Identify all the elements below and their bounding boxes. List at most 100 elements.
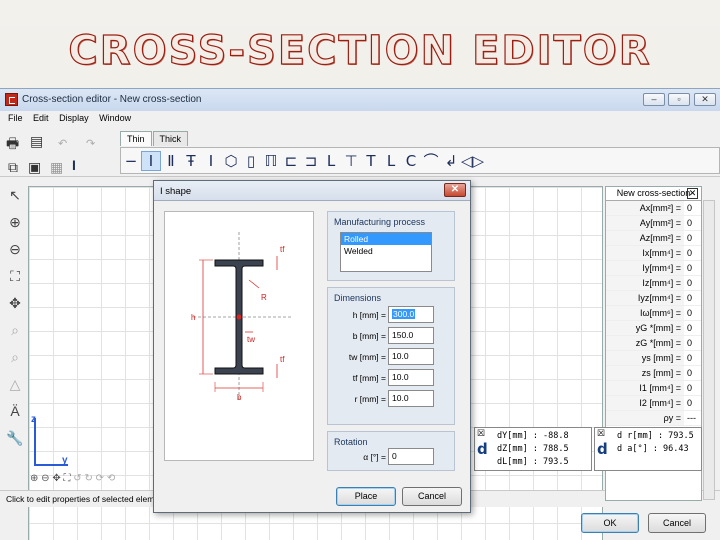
property-value: 0 bbox=[687, 263, 693, 273]
properties-row: Az[mm²] = 0 bbox=[606, 231, 701, 246]
channel-pair-icon[interactable]: ⊏ bbox=[281, 152, 301, 170]
tab-thick[interactable]: Thick bbox=[152, 131, 189, 146]
field-b-label: b [mm] = bbox=[352, 331, 386, 341]
property-label: Ay[mm²] = bbox=[606, 216, 684, 230]
close-button[interactable]: ✕ bbox=[694, 93, 716, 106]
tab-thin[interactable]: Thin bbox=[120, 131, 152, 146]
minimize-button[interactable]: – bbox=[643, 93, 665, 106]
slide-title: CROSS-SECTION EDITOR bbox=[68, 27, 652, 74]
stacked-i-icon[interactable]: Ŧ bbox=[181, 152, 201, 170]
polar-line: d r[mm] : 793.5 bbox=[617, 431, 694, 441]
zoom-previous-icon[interactable]: ⌕ bbox=[2, 349, 28, 376]
pan-icon[interactable]: ✥ bbox=[2, 295, 28, 322]
property-value: 0 bbox=[687, 248, 693, 258]
undo-icon[interactable]: ↶ bbox=[58, 137, 67, 150]
menu-display[interactable]: Display bbox=[59, 113, 89, 123]
properties-row: Iyz[mm⁴] = 0 bbox=[606, 291, 701, 306]
menu-edit[interactable]: Edit bbox=[33, 113, 49, 123]
properties-scrollbar[interactable] bbox=[703, 200, 715, 500]
i-shape-icon[interactable]: I bbox=[141, 150, 161, 171]
double-channel-icon[interactable]: ℿ bbox=[261, 152, 281, 170]
field-tf-input[interactable]: 10.0 bbox=[388, 369, 434, 386]
lock-icon[interactable]: ▦ bbox=[50, 159, 63, 176]
field-h-input[interactable]: 300.0 bbox=[388, 306, 434, 323]
properties-row: Ix[mm⁴] = 0 bbox=[606, 246, 701, 261]
polar-line: d a[°] : 96.43 bbox=[617, 444, 689, 454]
i-beam-drawing: tf R h tw tf b bbox=[191, 232, 293, 402]
field-tw-label: tw [mm] = bbox=[348, 352, 386, 362]
fit-small-icon[interactable]: ⛶ bbox=[64, 473, 71, 484]
option-rolled[interactable]: Rolled bbox=[341, 233, 431, 245]
cancel-button[interactable]: Cancel bbox=[648, 513, 706, 533]
flat-plate-icon[interactable]: − bbox=[121, 152, 141, 170]
pan-small-icon[interactable]: ✥ bbox=[52, 473, 60, 484]
field-b-input[interactable]: 150.0 bbox=[388, 327, 434, 344]
property-label: zG *[mm] = bbox=[606, 336, 684, 350]
properties-close-button[interactable]: ✕ bbox=[687, 188, 698, 199]
field-b: b [mm] = 150.0 bbox=[334, 327, 448, 345]
dialog-titlebar: I shape ✕ bbox=[154, 181, 470, 201]
zoom-out-small-icon[interactable]: ⊖ bbox=[41, 473, 49, 484]
property-value: 0 bbox=[687, 308, 693, 318]
arc-icon[interactable]: ⌒ bbox=[421, 150, 441, 171]
property-label: I1 [mm⁴] = bbox=[606, 381, 684, 395]
angle-l-icon[interactable]: L bbox=[381, 152, 401, 170]
preview-label-tf-bottom: tf bbox=[280, 355, 285, 364]
ok-button[interactable]: OK bbox=[581, 513, 639, 533]
reset-small-icon[interactable]: ⟲ bbox=[107, 473, 115, 484]
tee-icon[interactable]: T bbox=[361, 152, 381, 170]
delta-info-close-icon[interactable]: ☒ bbox=[477, 428, 485, 439]
zoom-in-icon[interactable]: ⊕ bbox=[2, 214, 28, 241]
channel-icon[interactable]: ⊐ bbox=[301, 152, 321, 170]
library-icon[interactable]: ▣ bbox=[28, 159, 41, 176]
measure-icon[interactable]: △ bbox=[2, 376, 28, 403]
print-icon[interactable]: 🖶 bbox=[6, 133, 19, 157]
zoom-in-small-icon[interactable]: ⊕ bbox=[30, 473, 38, 484]
bent-plate-icon[interactable]: ↲ bbox=[441, 152, 461, 170]
back-small-icon[interactable]: ↺ bbox=[73, 473, 81, 484]
c-channel-icon[interactable]: Ⅽ bbox=[401, 152, 421, 170]
property-label: Iyz[mm⁴] = bbox=[606, 291, 684, 305]
refresh-small-icon[interactable]: ⟳ bbox=[96, 473, 104, 484]
status-text: Click to edit properties of selected ele… bbox=[6, 494, 160, 504]
zoom-fit-icon[interactable]: ⛶ bbox=[2, 268, 28, 295]
zoom-out-icon[interactable]: ⊖ bbox=[2, 241, 28, 268]
window-titlebar: Cross-section editor - New cross-section… bbox=[0, 89, 720, 111]
double-i-icon[interactable]: Ⅱ bbox=[161, 152, 181, 170]
maximize-button[interactable]: ▫ bbox=[668, 93, 690, 106]
menu-file[interactable]: File bbox=[8, 113, 23, 123]
menu-window[interactable]: Window bbox=[99, 113, 131, 123]
property-label: Ax[mm²] = bbox=[606, 201, 684, 215]
property-value: --- bbox=[687, 413, 696, 423]
option-welded[interactable]: Welded bbox=[341, 245, 431, 257]
field-tw-input[interactable]: 10.0 bbox=[388, 348, 434, 365]
copy-icon[interactable]: ⧉ bbox=[8, 159, 18, 176]
place-button[interactable]: Place bbox=[336, 487, 396, 506]
field-h: h [mm] = 300.0 bbox=[334, 306, 448, 324]
preview-label-h: h bbox=[191, 313, 195, 322]
mirror-icon[interactable]: ◁▷ bbox=[461, 152, 484, 170]
zoom-window-icon[interactable]: ⌕ bbox=[2, 322, 28, 349]
property-label: Iy[mm⁴] = bbox=[606, 261, 684, 275]
i-section-icon[interactable]: I bbox=[201, 152, 221, 170]
forward-small-icon[interactable]: ↻ bbox=[84, 473, 92, 484]
save-icon[interactable]: ▤ bbox=[30, 133, 43, 150]
box-icon[interactable]: ▯ bbox=[241, 152, 261, 170]
double-tee-icon[interactable]: ⊤ bbox=[341, 152, 361, 170]
settings-wrench-icon[interactable]: 🔧 bbox=[2, 430, 28, 457]
angle-icon[interactable]: L bbox=[321, 152, 341, 170]
select-arrow-icon[interactable]: ↖ bbox=[2, 187, 28, 214]
field-alpha-input[interactable]: 0 bbox=[388, 448, 434, 465]
field-r-input[interactable]: 10.0 bbox=[388, 390, 434, 407]
dialog-cancel-button[interactable]: Cancel bbox=[402, 487, 462, 506]
manufacturing-listbox[interactable]: Rolled Welded bbox=[340, 232, 432, 272]
hexagon-icon[interactable]: ⬡ bbox=[221, 152, 241, 170]
text-label-icon[interactable]: Ä bbox=[2, 403, 28, 430]
properties-row: Iω[mm⁶] = 0 bbox=[606, 306, 701, 321]
dialog-close-button[interactable]: ✕ bbox=[444, 183, 466, 197]
shape-preview: tf R h tw tf b bbox=[164, 211, 314, 461]
section-icon[interactable]: I bbox=[72, 157, 76, 173]
property-value: 0 bbox=[687, 398, 693, 408]
polar-info-close-icon[interactable]: ☒ bbox=[597, 428, 605, 439]
redo-icon[interactable]: ↷ bbox=[86, 137, 95, 150]
